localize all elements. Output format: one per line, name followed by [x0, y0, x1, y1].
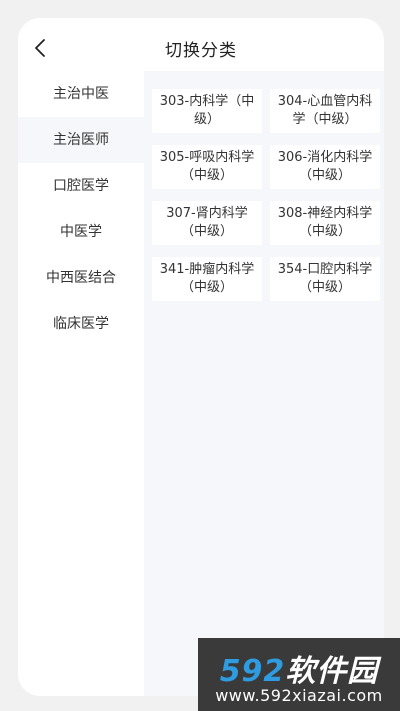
subcategory-panel: 303-内科学（中级） 304-心血管内科学（中级） 305-呼吸内科学（中级）…	[144, 71, 384, 696]
sidebar-item-kouqiang-yixue[interactable]: 口腔医学	[18, 163, 144, 209]
page-title: 切换分类	[165, 41, 237, 61]
watermark-number: 592	[219, 654, 286, 689]
subcategory-card[interactable]: 306-消化内科学（中级）	[270, 145, 380, 189]
watermark-brand: 592软件园	[198, 646, 400, 690]
subcategory-card[interactable]: 354-口腔内科学（中级）	[270, 257, 380, 301]
subcategory-card[interactable]: 304-心血管内科学（中级）	[270, 89, 380, 133]
category-sidebar: 主治中医 主治医师 口腔医学 中医学 中西医结合 临床医学	[18, 71, 144, 696]
header-bar: 切换分类	[18, 18, 384, 78]
sidebar-item-zhongyixue[interactable]: 中医学	[18, 209, 144, 255]
sidebar-item-zhuzhi-yishi[interactable]: 主治医师	[18, 117, 144, 163]
watermark-name: 软件园	[285, 654, 379, 689]
watermark-url: www.592xiazai.com	[215, 686, 383, 705]
sidebar-item-linchuang-yixue[interactable]: 临床医学	[18, 301, 144, 347]
subcategory-card[interactable]: 307-肾内科学（中级）	[152, 201, 262, 245]
subcategory-card[interactable]: 308-神经内科学（中级）	[270, 201, 380, 245]
subcategory-card[interactable]: 303-内科学（中级）	[152, 89, 262, 133]
screen: 切换分类 主治中医 主治医师 口腔医学 中医学 中西医结合 临床医学 303-内…	[18, 18, 384, 696]
sidebar-item-zhongxiyi-jiehe[interactable]: 中西医结合	[18, 255, 144, 301]
subcategory-card[interactable]: 305-呼吸内科学（中级）	[152, 145, 262, 189]
subcategory-card[interactable]: 341-肿瘤内科学（中级）	[152, 257, 262, 301]
sidebar-item-zhuzhi-zhongyi[interactable]: 主治中医	[18, 71, 144, 117]
subcategory-grid: 303-内科学（中级） 304-心血管内科学（中级） 305-呼吸内科学（中级）…	[152, 89, 380, 301]
watermark-logo: 592软件园 www.592xiazai.com	[198, 638, 400, 711]
